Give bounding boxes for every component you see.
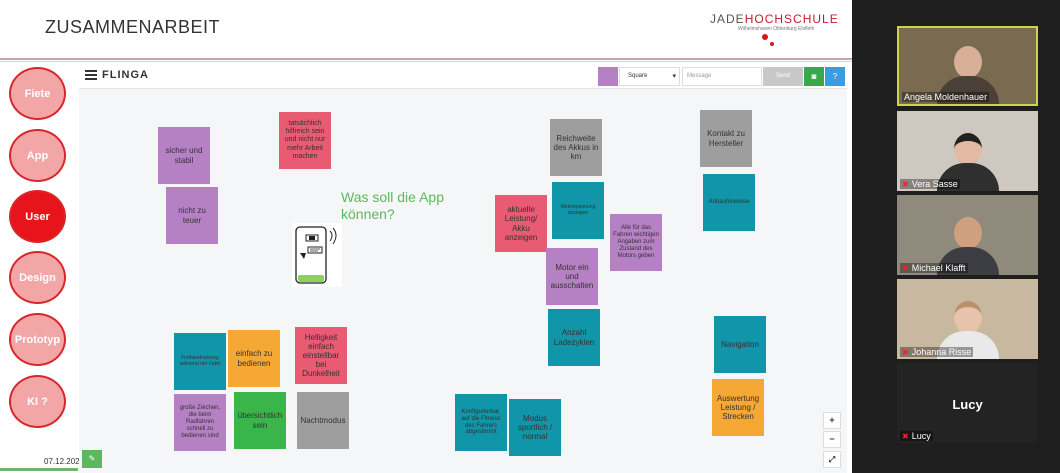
nav-user[interactable]: User (9, 190, 66, 243)
shape-select[interactable]: Square (619, 67, 680, 86)
slide-title: ZUSAMMENARBEIT (45, 17, 221, 37)
nav-app[interactable]: App (9, 129, 66, 182)
color-picker[interactable] (598, 67, 618, 86)
slide-date: 07.12.202 (44, 457, 80, 466)
date-bar (0, 468, 78, 471)
sticky-note[interactable]: Reichweite des Akkus in km (550, 119, 602, 176)
camera-button[interactable]: ◙ (804, 67, 824, 86)
sticky-note[interactable]: übersichtlich sein (234, 392, 286, 449)
sticky-note[interactable]: Anbauhinweise (703, 174, 755, 231)
participant-tile[interactable]: Lucy ✖ Lucy (897, 363, 1038, 443)
presentation-slide: ZUSAMMENARBEIT JADEHOCHSCHULE Wilhelmsha… (0, 0, 852, 473)
sticky-note[interactable]: Anzahl Ladezyklen (548, 309, 600, 366)
zoom-out-button[interactable]: − (823, 431, 841, 448)
flinga-board[interactable]: FLINGA Square Message Send ◙ ? sicher un… (79, 63, 847, 473)
divider (0, 58, 852, 60)
nav-fiete[interactable]: Fiete (9, 67, 66, 120)
participant-face (953, 46, 982, 78)
sticky-note[interactable]: Konfigurierbar, auf die Fitness des Fahr… (455, 394, 507, 451)
nav-design[interactable]: Design (9, 251, 66, 304)
muted-mic-icon: ✖ (902, 264, 909, 273)
sticky-note[interactable]: aktuelle Leistung/ Akku anzeigen (495, 195, 547, 252)
hamburger-menu-icon[interactable] (85, 70, 97, 80)
phone-sketch-image[interactable] (292, 223, 342, 287)
pencil-icon: ✎ (88, 454, 96, 463)
muted-mic-icon: ✖ (902, 348, 909, 357)
participant-name: Michael Klafft (911, 263, 966, 273)
participant-tile[interactable]: Angela Moldenhauer (897, 26, 1038, 106)
camera-icon: ◙ (811, 72, 817, 81)
sticky-note[interactable]: Navigation (714, 316, 766, 373)
sticky-note[interactable]: Alle für das Fahren wichtigen Angaben zu… (610, 214, 662, 271)
participant-face (953, 133, 982, 165)
zoom-in-button[interactable]: + (823, 412, 841, 429)
participant-name: Vera Sasse (911, 179, 958, 189)
participant-tile[interactable]: ✖ Johanna Risse (897, 279, 1038, 359)
participant-name: Angela Moldenhauer (904, 92, 988, 102)
sticky-note[interactable]: Helligkeit einfach einstellbar bei Dunke… (295, 327, 347, 384)
help-button[interactable]: ? (825, 67, 845, 86)
message-input[interactable]: Message (682, 67, 762, 86)
logo-dot (762, 34, 768, 40)
video-call-panel: Angela Moldenhauer ✖ Vera Sasse ✖ Michael … (852, 0, 1060, 473)
sticky-note[interactable]: sicher und stabil (158, 127, 210, 184)
nav-prototyp[interactable]: Prototyp (9, 313, 66, 366)
participant-name: Lucy (911, 431, 931, 441)
muted-mic-icon: ✖ (902, 180, 909, 189)
board-toolbar: FLINGA Square Message Send ◙ ? (79, 63, 847, 89)
sticky-note[interactable]: Modus sportlich / normal (509, 399, 561, 456)
sticky-note[interactable]: nicht zu teuer (166, 187, 218, 244)
board-question: Was soll die App können? (341, 189, 444, 222)
participant-face (953, 217, 982, 249)
sticky-note[interactable]: Freihandnutzung während der Fahrt (174, 333, 226, 390)
expand-icon: ⤢ (828, 455, 836, 464)
logo-part1: JADE (710, 12, 745, 26)
send-button[interactable]: Send (763, 67, 803, 86)
sticky-note[interactable]: Motorspannung anzeigen (552, 182, 604, 239)
sticky-note[interactable]: Kontakt zu Hersteller (700, 110, 752, 167)
sticky-note[interactable]: Nachtmodus (297, 392, 349, 449)
fit-screen-button[interactable]: ⤢ (823, 451, 841, 468)
participant-avatar-text: Lucy (952, 397, 983, 412)
brand-name: FLINGA (102, 69, 149, 81)
divider (0, 61, 852, 62)
participant-tile[interactable]: ✖ Vera Sasse (897, 111, 1038, 191)
sticky-note[interactable]: Motor ein und ausschalten (546, 248, 598, 305)
logo-subtitle: Wilhelmshaven Oldenburg Elsfleth (738, 26, 815, 32)
logo-part2: HOCHSCHULE (744, 12, 839, 26)
logo-dot (770, 42, 774, 46)
help-icon: ? (832, 72, 838, 81)
sticky-note[interactable]: einfach zu bedienen (228, 330, 280, 387)
nav-ki[interactable]: KI ? (9, 375, 66, 428)
sticky-note[interactable]: tatsächlich hilfreich sein und nicht nur… (279, 112, 331, 169)
muted-mic-icon: ✖ (902, 432, 909, 441)
sticky-note[interactable]: Auswertung Leistung / Strecken (712, 379, 764, 436)
university-logo: JADEHOCHSCHULE Wilhelmshaven Oldenburg E… (710, 12, 840, 52)
sticky-note[interactable]: große Zeichen, die beim Radfahren schnel… (174, 394, 226, 451)
participant-face (953, 301, 982, 333)
participant-name: Johanna Risse (911, 347, 972, 357)
phone-sketch-icon (295, 226, 337, 284)
edit-button[interactable]: ✎ (82, 450, 102, 468)
participant-tile[interactable]: ✖ Michael Klafft (897, 195, 1038, 275)
